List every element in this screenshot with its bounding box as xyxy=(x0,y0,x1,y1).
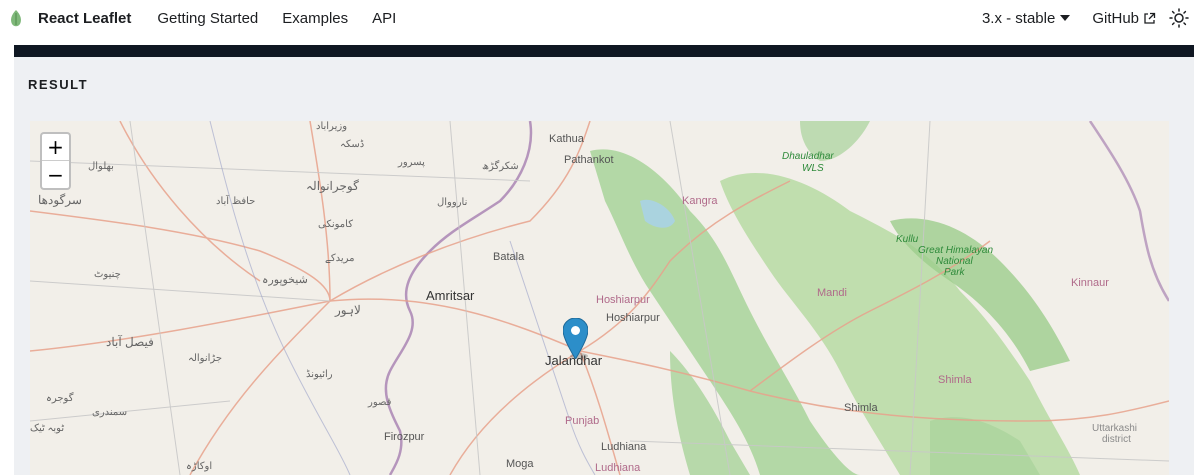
version-dropdown[interactable]: 3.x - stable xyxy=(981,9,1071,27)
map-label-muridke: مریدکے xyxy=(325,253,355,264)
map-label-sargodha: سرگودھا xyxy=(38,193,82,207)
map-label-daska: ڈسکہ xyxy=(340,139,365,150)
map-label-kamonki: کامونکی xyxy=(318,219,353,230)
map-label-dhauladhar: Dhauladhar xyxy=(782,151,834,162)
map-label-hoshiarpur: Hoshiarpur xyxy=(606,312,660,324)
navbar-right: 3.x - stable GitHub xyxy=(982,0,1194,36)
brand-title: React Leaflet xyxy=(38,9,132,27)
map-label-mandi: Mandi xyxy=(817,287,847,299)
zoom-out-button[interactable]: − xyxy=(42,161,69,188)
map-label-kathua: Kathua xyxy=(549,133,584,145)
brand-link[interactable]: React Leaflet xyxy=(8,9,131,27)
map-label-hafizabad: حافظ آباد xyxy=(216,196,256,207)
map-label-batala: Batala xyxy=(493,251,525,263)
map-label-park: Park xyxy=(944,267,965,278)
map-label-chiniot: چنیوٹ xyxy=(94,269,121,280)
map-label-sheikhupura: شیخوپورہ xyxy=(262,274,308,286)
leaflet-map[interactable]: + − Kathua Pathankot Dhauladhar WLS Kang… xyxy=(30,121,1169,475)
map-label-narowal: نارووال xyxy=(437,197,468,208)
map-label-uttarkashi: Uttarkashi xyxy=(1092,423,1138,434)
github-label: GitHub xyxy=(1092,9,1139,27)
map-label-kullu: Kullu xyxy=(896,234,919,245)
nav-link-api[interactable]: API xyxy=(372,10,396,27)
map-label-raiwind: رائیونڈ xyxy=(306,369,333,380)
external-link-icon xyxy=(1144,12,1156,24)
map-label-punjab: Punjab xyxy=(565,415,600,427)
map-label-kinnaur: Kinnaur xyxy=(1071,277,1109,289)
zoom-control: + − xyxy=(40,132,71,190)
map-label-samundri: سمندری xyxy=(92,407,128,418)
map-label-gojra: گوجرہ xyxy=(46,393,74,404)
map-label-hoshiarpur-region: Hoshiarpur xyxy=(596,294,650,306)
map-label-pasrur: پسرور xyxy=(398,157,425,168)
code-block-bottom xyxy=(14,45,1194,57)
map-label-toba-tek-singh: ٹوبہ ٹیک xyxy=(30,423,65,434)
map-label-amritsar: Amritsar xyxy=(426,288,475,303)
result-heading: RESULT xyxy=(28,77,89,92)
map-label-wazirabad: وزیرآباد xyxy=(316,121,348,132)
nav-link-getting-started[interactable]: Getting Started xyxy=(157,10,258,27)
github-link[interactable]: GitHub xyxy=(1092,10,1156,27)
map-label-kangra: Kangra xyxy=(682,195,718,207)
version-label: 3.x - stable xyxy=(981,9,1056,27)
map-label-okara: اوکاڑہ xyxy=(186,461,213,472)
sun-icon[interactable] xyxy=(1168,7,1190,29)
map-label-moga: Moga xyxy=(506,458,534,470)
map-label-gujranwala: گوجرانوالہ xyxy=(306,179,359,193)
map-label-great-himalayan: Great Himalayan xyxy=(918,245,994,256)
map-label-shimla-region: Shimla xyxy=(938,374,972,386)
zoom-in-button[interactable]: + xyxy=(42,134,69,161)
caret-down-icon xyxy=(1060,15,1071,21)
map-marker-icon[interactable] xyxy=(563,318,588,359)
map-label-national: National xyxy=(936,256,973,267)
map-label-kasur: قصور xyxy=(368,397,392,408)
map-label-shimla: Shimla xyxy=(844,402,878,414)
map-label-faisalabad: فیصل آباد xyxy=(106,335,154,349)
nav-link-examples[interactable]: Examples xyxy=(282,10,348,27)
map-label-shakargarh: شکرگڑھ xyxy=(482,161,519,172)
map-label-bhalwal: بھلوال xyxy=(88,161,114,172)
map-label-ludhiana-region: Ludhiana xyxy=(595,462,641,474)
map-label-district: district xyxy=(1102,434,1131,445)
map-label-ludhiana: Ludhiana xyxy=(601,441,647,453)
leaf-logo-icon xyxy=(11,10,21,27)
map-label-lahore: لاہور xyxy=(335,303,361,317)
map-label-wls: WLS xyxy=(802,163,824,174)
map-label-jaranwala: جڑانوالہ xyxy=(188,353,223,364)
result-panel: RESULT + − Kathua Pathankot Dhauladhar W… xyxy=(14,57,1194,475)
navbar: React Leaflet Getting Started Examples A… xyxy=(0,0,1194,36)
map-label-firozpur: Firozpur xyxy=(384,431,425,443)
map-label-pathankot: Pathankot xyxy=(564,154,614,166)
